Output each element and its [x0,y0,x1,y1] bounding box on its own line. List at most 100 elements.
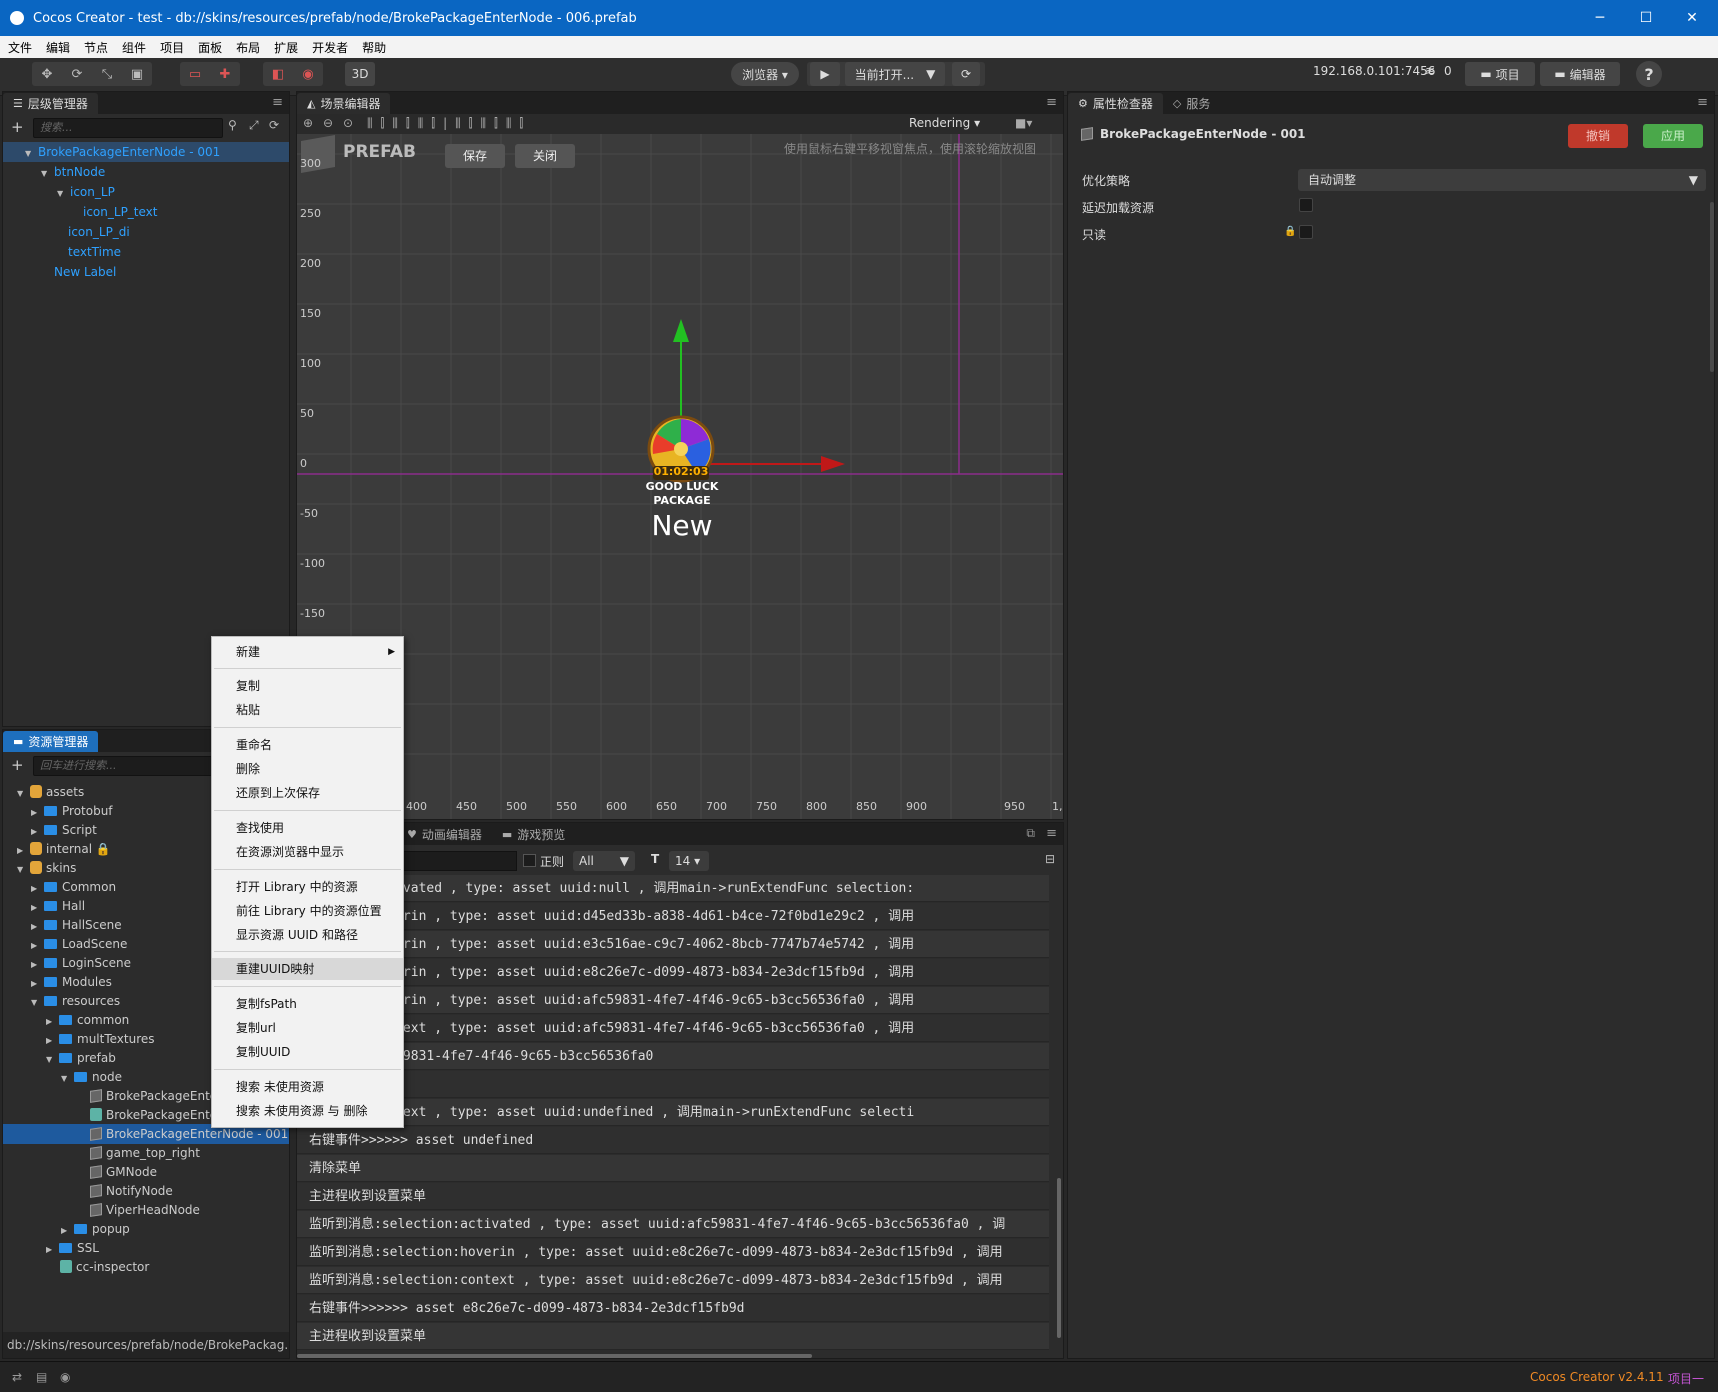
asset-folder[interactable]: ▶ LoadScene [31,934,127,954]
apply-button[interactable]: 应用 [1643,124,1703,148]
zoom-reset-icon[interactable]: ⊙ [343,116,353,130]
readonly-checkbox[interactable] [1299,225,1313,239]
browser-dropdown[interactable]: 浏览器 ▾ [731,62,799,86]
menu-item-rename[interactable]: 重命名 [212,734,403,756]
asset-db-assets[interactable]: ▼ assets [17,782,84,802]
log-level-select[interactable]: All ▼ [573,851,635,871]
asset-folder[interactable]: ▼ resources [31,991,120,1011]
add-asset-icon[interactable]: + [11,756,24,774]
regex-checkbox[interactable] [523,854,536,867]
expand-arrow-icon[interactable]: ▼ [57,184,67,204]
popout-icon[interactable]: ⧉ [1026,826,1035,841]
panel-menu-icon[interactable]: ≡ [272,95,283,110]
sync-icon[interactable]: ⇄ [12,1370,22,1384]
tree-node[interactable]: icon_LP_text [83,202,157,222]
menu-item-find-usage[interactable]: 查找使用 [212,817,403,839]
menu-item-copy-url[interactable]: 复制url [212,1017,403,1039]
panel-menu-icon[interactable]: ≡ [1046,826,1057,841]
panel-menu-icon[interactable]: ≡ [1697,95,1708,110]
search-icon[interactable]: ⚲ [228,118,237,132]
help-button[interactable]: ? [1636,61,1662,87]
asset-folder[interactable]: ▶ multTextures [46,1029,155,1049]
hierarchy-search-input[interactable]: 搜索... [33,118,223,138]
asset-folder[interactable]: ▶ common [46,1010,129,1030]
asset-folder[interactable]: ▼ prefab [46,1048,116,1068]
open-editor-button[interactable]: ▬ 编辑器 [1540,62,1620,86]
expand-arrow-icon[interactable]: ▼ [25,144,35,164]
console-filter-input[interactable] [397,851,517,871]
menu-item-search-unused-delete[interactable]: 搜索 未使用资源 与 删除 [212,1100,403,1122]
asset-folder[interactable]: ▶ HallScene [31,915,122,935]
menu-item-search-unused[interactable]: 搜索 未使用资源 [212,1076,403,1098]
rotate-tool-icon[interactable]: ⟳ [62,62,92,86]
tree-node[interactable]: textTime [68,242,121,262]
tree-node-root[interactable]: ▼ BrokePackageEnterNode - 001 [3,142,289,162]
asset-folder[interactable]: ▶ SSL [46,1238,99,1258]
asset-folder[interactable]: ▶ Common [31,877,116,897]
global-coord-icon[interactable]: ◉ [293,62,323,86]
asset-prefab[interactable]: ViperHeadNode [90,1200,200,1220]
console-scrollbar[interactable] [1057,1178,1061,1338]
menu-component[interactable]: 组件 [122,39,146,56]
inspector-scrollbar[interactable] [1710,202,1714,372]
refresh-icon[interactable]: ⟳ [952,62,980,86]
trash-icon[interactable]: ▤ [36,1370,47,1384]
tab-services[interactable]: ◇ 服务 [1163,93,1220,114]
panel-menu-icon[interactable]: ≡ [1046,95,1057,110]
menu-item-revert[interactable]: 还原到上次保存 [212,782,403,804]
console-hscrollbar[interactable] [297,1354,812,1358]
clear-console-icon[interactable]: ⊟ [1045,852,1055,866]
menu-help[interactable]: 帮助 [362,39,386,56]
scale-tool-icon[interactable]: ⤡ [92,62,122,86]
asset-db-skins[interactable]: ▼ skins [17,858,76,878]
asset-prefab[interactable]: NotifyNode [90,1181,173,1201]
asset-prefab[interactable]: game_top_right [90,1143,200,1163]
local-coord-icon[interactable]: ◧ [263,62,293,86]
pivot-icon[interactable]: ▭ [180,62,210,86]
menu-item-paste[interactable]: 粘贴 [212,699,403,721]
tab-animation-editor[interactable]: ♥ 动画编辑器 [397,824,492,845]
tree-node[interactable]: New Label [54,262,116,282]
asset-prefab[interactable]: BrokePackageEnter [90,1086,222,1106]
asset-script[interactable]: BrokePackageEnter [90,1105,222,1125]
rendering-dropdown[interactable]: Rendering ▾ [909,116,980,130]
menu-item-open-library[interactable]: 打开 Library 中的资源 [212,876,403,898]
prefab-close-button[interactable]: 关闭 [515,144,575,168]
menu-layout[interactable]: 布局 [236,39,260,56]
eye-icon[interactable]: ◉ [60,1370,70,1384]
menu-edit[interactable]: 编辑 [46,39,70,56]
asset-folder[interactable]: ▶ LoginScene [31,953,131,973]
asset-folder[interactable]: ▼ node [61,1067,122,1087]
align-tools-icon[interactable]: ⫼⫿⫼⫿⫼⫿|⫼⫿⫼⫿⫼⫿ [367,116,531,131]
asset-db-internal[interactable]: ▶ internal 🔒 [17,839,111,859]
locate-icon[interactable]: ⤢ [249,118,259,133]
current-open-dropdown[interactable]: 当前打开... ▼ [845,62,945,86]
close-button[interactable]: ✕ [1669,0,1715,36]
menu-file[interactable]: 文件 [8,39,32,56]
tree-node[interactable]: ▼ btnNode [41,162,105,182]
menu-item-show-uuid[interactable]: 显示资源 UUID 和路径 [212,924,403,946]
zoom-out-icon[interactable]: ⊖ [323,116,333,130]
optimize-strategy-select[interactable]: 自动调整 ▼ [1298,169,1706,191]
asset-script[interactable]: cc-inspector [60,1257,149,1277]
menu-item-copy-uuid[interactable]: 复制UUID [212,1041,403,1063]
expand-arrow-icon[interactable]: ▼ [46,1050,56,1070]
menu-developer[interactable]: 开发者 [312,39,348,56]
center-icon[interactable]: ✚ [210,62,240,86]
menu-item-goto-library[interactable]: 前往 Library 中的资源位置 [212,900,403,922]
tree-node[interactable]: ▼ icon_LP [57,182,115,202]
menu-item-copy-fspath[interactable]: 复制fsPath [212,993,403,1015]
menu-item-delete[interactable]: 删除 [212,758,403,780]
tab-scene[interactable]: ◭ 场景编辑器 [297,93,391,114]
camera-icon[interactable]: ■▾ [1015,116,1032,130]
menu-panel[interactable]: 面板 [198,39,222,56]
prefab-save-button[interactable]: 保存 [445,144,505,168]
refresh-icon[interactable]: ⟳ [269,118,279,132]
menu-item-reveal-in-explorer[interactable]: 在资源浏览器中显示 [212,841,403,863]
menu-extension[interactable]: 扩展 [274,39,298,56]
expand-arrow-icon[interactable]: ▼ [61,1069,71,1089]
lazy-load-checkbox[interactable] [1299,198,1313,212]
add-node-icon[interactable]: + [11,118,24,136]
menu-project[interactable]: 项目 [160,39,184,56]
expand-arrow-icon[interactable]: ▼ [17,784,27,804]
